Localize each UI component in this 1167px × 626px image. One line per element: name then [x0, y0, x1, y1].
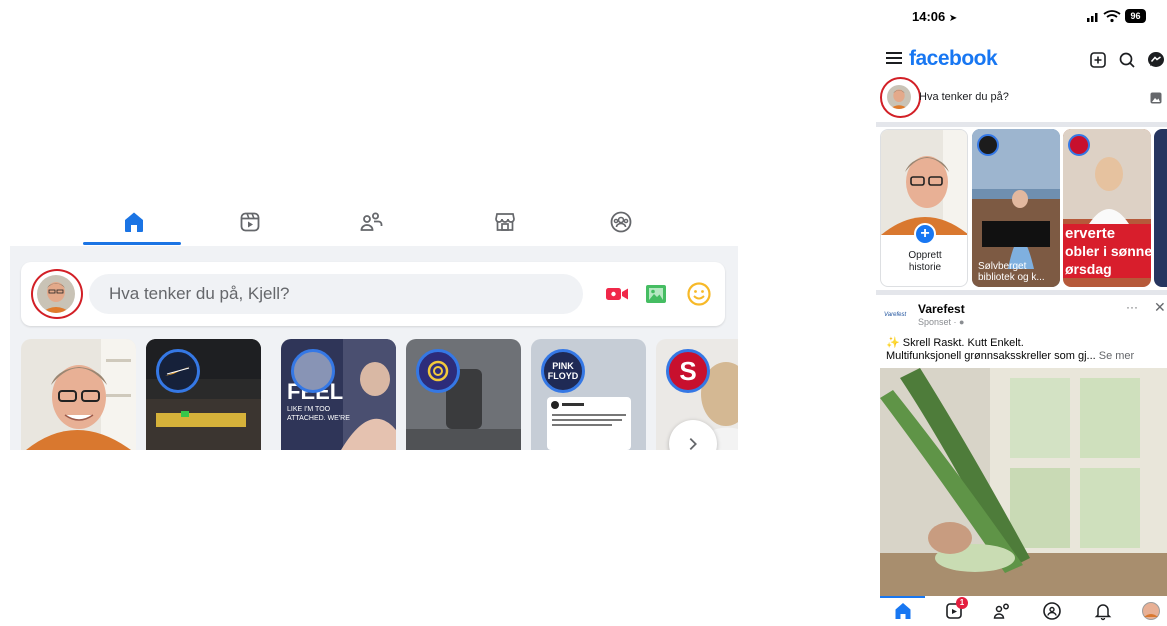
feeling-icon [687, 282, 711, 306]
feeling-button[interactable] [685, 280, 713, 308]
search-icon[interactable] [1118, 51, 1136, 69]
story-text-line: LIKE I'M TOO [287, 406, 331, 413]
highlight-circle [31, 269, 83, 319]
status-time: 14:06 ➤ [912, 9, 958, 24]
app-logo: facebook [909, 47, 998, 70]
photo-video-button[interactable] [642, 280, 670, 308]
messenger-icon[interactable] [1147, 51, 1165, 69]
home-icon[interactable] [893, 601, 913, 621]
story-headline: obler i sønne [1065, 243, 1151, 259]
story-avatar [977, 134, 999, 156]
story-card[interactable] [406, 339, 521, 450]
story-avatar: PINK FLOYD [541, 349, 585, 393]
s-logo: S [679, 356, 696, 386]
post-author[interactable]: Varefest [918, 302, 965, 316]
airline-logo-icon [165, 366, 191, 376]
story-avatar [1068, 134, 1090, 156]
groups-icon[interactable] [1042, 601, 1062, 621]
section-divider [876, 122, 1167, 127]
composer-input[interactable]: Hva tenker du på? [919, 91, 1009, 103]
post-text: Multifunksjonell grønnsaksskreller som g… [886, 350, 1135, 362]
tab-home[interactable] [94, 202, 174, 242]
story-image [881, 130, 967, 235]
home-icon [125, 212, 143, 232]
friends-icon [360, 212, 383, 231]
groups-icon [610, 211, 632, 233]
chevron-right-icon [689, 437, 697, 450]
live-video-button[interactable] [603, 280, 631, 308]
active-tab-indicator [83, 242, 181, 245]
story-avatar [156, 349, 200, 393]
composer-input[interactable]: Hva tenker du på, Kjell? [89, 274, 583, 314]
story-card[interactable]: Sølvberget bibliotek og k... [972, 129, 1060, 287]
see-more-link[interactable]: Se mer [1099, 350, 1134, 362]
mobile-facebook-view: 14:06 ➤ 96 facebook Hva tenker du på? + … [876, 0, 1167, 626]
notification-badge: 1 [956, 597, 968, 609]
status-icons: 96 [1086, 8, 1146, 24]
story-card[interactable]: PINK FLOYD [531, 339, 646, 450]
photo-icon[interactable] [1150, 92, 1162, 104]
tab-marketplace[interactable] [465, 202, 545, 242]
tab-groups[interactable] [581, 202, 661, 242]
top-navigation [10, 196, 738, 248]
create-post-icon[interactable] [1089, 51, 1107, 69]
live-video-icon [606, 288, 628, 300]
post-more-button[interactable]: ··· [1126, 300, 1138, 314]
story-label: Sølvberget bibliotek og k... [978, 261, 1045, 283]
post-composer: Hva tenker du på, Kjell? [21, 262, 725, 326]
stories-tray: FEEL LIKE I'M TOO ATTACHED. WE'RE [21, 339, 738, 450]
section-divider [876, 290, 1167, 295]
battery-level: 96 [1125, 9, 1146, 23]
advertiser-logo[interactable]: Varefest [884, 305, 914, 325]
story-avatar: S [666, 349, 710, 393]
post-video[interactable] [880, 368, 1167, 596]
active-tab-indicator [880, 596, 925, 598]
story-avatar [416, 349, 460, 393]
story-avatar [291, 349, 335, 393]
highlight-circle [880, 77, 921, 118]
svg-text:S: S [679, 356, 696, 386]
video-icon [240, 212, 260, 232]
photo-video-icon [646, 285, 666, 303]
globe-icon: ● [959, 317, 965, 327]
profile-icon[interactable] [1141, 601, 1161, 621]
menu-icon[interactable] [886, 51, 902, 65]
story-headline: erverte [1065, 225, 1115, 242]
add-story-icon: + [914, 223, 936, 245]
bottom-tab-bar: 1 [876, 596, 1167, 626]
signal-wifi-icon [1087, 10, 1121, 23]
sun-logo-icon [427, 360, 449, 382]
story-card[interactable]: erverte obler i sønne ørsdag [1063, 129, 1151, 287]
svg-text:PINK: PINK [552, 361, 574, 371]
create-story-card[interactable]: + Opprett historie [880, 129, 968, 287]
story-card[interactable] [146, 339, 261, 450]
post-video-frame [880, 368, 1167, 596]
desktop-facebook-view: Hva tenker du på, Kjell? LIKE I'M TOO AT… [10, 196, 738, 450]
story-image [21, 339, 136, 450]
svg-text:FLOYD: FLOYD [548, 371, 579, 381]
tab-friends[interactable] [331, 202, 411, 242]
band-logo: PINK FLOYD [548, 361, 579, 381]
create-story-card[interactable] [21, 339, 136, 450]
story-card[interactable] [1154, 129, 1167, 287]
notifications-icon[interactable] [1093, 601, 1113, 621]
story-card[interactable]: FEEL LIKE I'M TOO ATTACHED. WE'RE [281, 339, 396, 450]
create-story-label: Opprett historie [908, 250, 942, 273]
story-text-line: ATTACHED. WE'RE [287, 415, 350, 422]
post-close-button[interactable]: ✕ [1154, 299, 1166, 316]
tab-video[interactable] [210, 202, 290, 242]
marketplace-icon [495, 213, 515, 231]
story-headline: ørsdag [1065, 261, 1112, 277]
sponsored-label: Sponset · ● [918, 317, 965, 327]
friends-icon[interactable] [992, 601, 1012, 621]
post-text: ✨ Skrell Raskt. Kutt Enkelt. [886, 337, 1024, 349]
